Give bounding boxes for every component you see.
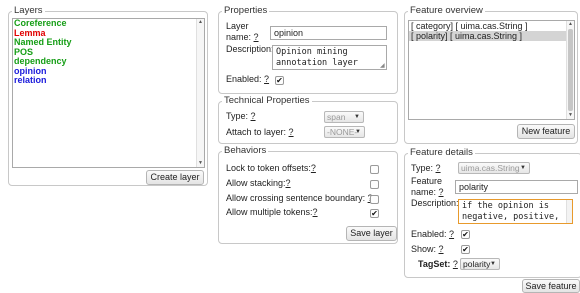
scroll-down-icon[interactable]: ▼: [567, 112, 574, 119]
allow-multiple-tokens-text: Allow multiple tokens:: [226, 207, 313, 217]
feature-list-item[interactable]: [ polarity] [ uima.cas.String ]: [409, 31, 574, 41]
tagset-help-link[interactable]: ?: [453, 259, 458, 269]
layer-list-item[interactable]: Named Entity: [13, 37, 204, 48]
scroll-up-icon[interactable]: ▲: [197, 19, 204, 26]
allow-crossing-label: Allow crossing sentence boundary: ?: [226, 193, 373, 204]
attach-layer-value: -NONE-: [327, 127, 358, 137]
new-feature-button[interactable]: New feature: [517, 124, 575, 139]
layer-name-label-text: name:: [226, 32, 252, 42]
feature-name-label-line2: name: ?: [411, 187, 444, 198]
lock-token-offsets-checkbox[interactable]: [370, 165, 379, 174]
feature-description-textarea[interactable]: if the opinion is negative, positive,: [458, 199, 573, 224]
feature-list-item[interactable]: [ category] [ uima.cas.String ]: [409, 21, 574, 31]
chevron-down-icon: ▼: [520, 165, 526, 171]
scroll-up-icon[interactable]: ▲: [567, 21, 574, 28]
behaviors-legend: Behaviors: [224, 145, 267, 156]
layers-list[interactable]: Coreference Lemma Named Entity POS dependenc…: [12, 18, 205, 168]
layer-name-input[interactable]: opinion: [270, 26, 387, 40]
layer-enabled-label-text: Enabled:: [226, 74, 262, 84]
layer-name-label: Layer: [226, 21, 249, 31]
chevron-down-icon: ▼: [355, 129, 361, 135]
feature-type-value: uima.cas.String: [461, 163, 520, 173]
feature-list[interactable]: [ category] [ uima.cas.String ][ polarit…: [408, 20, 575, 120]
feature-description-label: Description:: [411, 198, 459, 208]
layer-enabled-help-link[interactable]: ?: [264, 74, 269, 84]
allow-crossing-checkbox[interactable]: [370, 195, 379, 204]
feature-type-label: Type: ?: [411, 163, 441, 174]
feature-type-text: Type:: [411, 163, 434, 173]
layer-list-item[interactable]: relation: [13, 75, 204, 86]
layer-name-help-link[interactable]: ?: [254, 32, 259, 42]
layer-name-label-line2: name: ?: [226, 32, 259, 43]
feature-enabled-help-link[interactable]: ?: [449, 229, 454, 239]
allow-multiple-tokens-checkbox[interactable]: ✔: [370, 209, 379, 218]
feature-type-help-link[interactable]: ?: [436, 163, 441, 173]
layer-type-value: span: [327, 112, 346, 122]
lock-token-offsets-help-link[interactable]: ?: [311, 163, 316, 173]
save-layer-button[interactable]: Save layer: [346, 226, 397, 241]
feature-show-text: Show:: [411, 244, 437, 254]
lock-token-offsets-label: Lock to token offsets:?: [226, 163, 316, 174]
description-label: Description:: [226, 44, 274, 54]
layer-description-textarea[interactable]: Opinion mining annotation layer: [272, 45, 387, 70]
save-feature-button[interactable]: Save feature: [522, 279, 580, 293]
feature-description-scrollbar[interactable]: [566, 200, 572, 223]
feature-name-label-text: name:: [411, 187, 437, 197]
allow-stacking-text: Allow stacking:: [226, 178, 286, 188]
resize-grip-icon[interactable]: ◢: [380, 62, 385, 69]
allow-crossing-text: Allow crossing sentence boundary:: [226, 193, 366, 203]
feature-description-value: if the opinion is negative, positive,: [462, 201, 560, 222]
tagset-select[interactable]: polarity ▼: [460, 258, 500, 270]
feature-enabled-label: Enabled: ?: [411, 229, 454, 240]
allow-multiple-tokens-label: Allow multiple tokens:?: [226, 207, 318, 218]
allow-stacking-help-link[interactable]: ?: [286, 178, 291, 188]
feature-show-checkbox[interactable]: ✔: [461, 245, 470, 254]
feature-enabled-text: Enabled:: [411, 229, 447, 239]
feature-show-label: Show: ?: [411, 244, 444, 255]
tagset-text: TagSet:: [418, 259, 451, 269]
attach-layer-select: -NONE- ▼: [324, 126, 365, 138]
properties-legend: Properties: [224, 5, 268, 16]
feature-enabled-checkbox[interactable]: ✔: [461, 230, 470, 239]
feature-show-help-link[interactable]: ?: [439, 244, 444, 254]
technical-properties-legend: Technical Properties: [224, 95, 310, 106]
feature-name-input[interactable]: polarity: [455, 180, 578, 194]
layers-list-scrollbar[interactable]: ▲ ▼: [196, 19, 204, 167]
layer-enabled-label: Enabled: ?: [226, 74, 269, 85]
layer-enabled-checkbox[interactable]: ✔: [275, 76, 284, 85]
tagset-label: TagSet: ?: [418, 259, 458, 270]
tagset-value: polarity: [463, 259, 491, 269]
chevron-down-icon: ▼: [354, 114, 360, 120]
attach-layer-help-link[interactable]: ?: [289, 127, 294, 137]
feature-name-label: Feature: [411, 176, 443, 186]
scroll-thumb[interactable]: [568, 29, 573, 111]
lock-token-offsets-text: Lock to token offsets:: [226, 163, 311, 173]
layers-legend: Layers: [14, 5, 43, 16]
type-label-text: Type:: [226, 111, 249, 121]
scroll-down-icon[interactable]: ▼: [197, 160, 204, 167]
allow-multiple-tokens-help-link[interactable]: ?: [313, 207, 318, 217]
layer-type-select: span ▼: [324, 111, 364, 123]
chevron-down-icon: ▼: [490, 261, 496, 267]
create-layer-button[interactable]: Create layer: [146, 170, 204, 185]
feature-name-help-link[interactable]: ?: [439, 187, 444, 197]
allow-stacking-label: Allow stacking:?: [226, 178, 291, 189]
feature-type-select: uima.cas.String ▼: [458, 162, 530, 174]
attach-layer-label: Attach to layer: ?: [226, 127, 294, 138]
allow-stacking-checkbox[interactable]: [370, 180, 379, 189]
feature-overview-legend: Feature overview: [410, 5, 483, 16]
type-help-link[interactable]: ?: [251, 111, 256, 121]
type-label: Type: ?: [226, 111, 256, 122]
attach-layer-label-text: Attach to layer:: [226, 127, 287, 137]
feature-list-scrollbar[interactable]: ▲ ▼: [566, 21, 574, 119]
feature-details-legend: Feature details: [410, 147, 473, 158]
